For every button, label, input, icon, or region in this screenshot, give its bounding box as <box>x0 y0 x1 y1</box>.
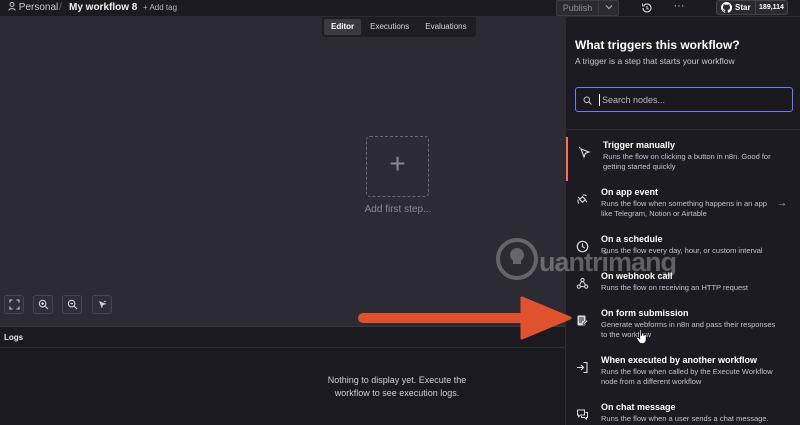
logs-empty-message: Nothing to display yet. Execute the work… <box>327 375 467 398</box>
watermark: uantrimang <box>495 233 725 293</box>
cursor-click-icon <box>578 146 591 159</box>
publish-dropdown-button[interactable] <box>599 0 619 16</box>
zoom-out-icon <box>67 299 78 310</box>
trigger-item-title: On app event <box>601 187 659 197</box>
trigger-item-desc: Runs the flow on clicking a button in n8… <box>603 152 771 171</box>
form-icon <box>577 315 589 326</box>
trigger-item-desc: Runs the flow when a user sends a chat m… <box>601 414 769 425</box>
workflow-name[interactable]: My workflow 8 <box>69 2 137 13</box>
trigger-item-desc: Runs the flow when something happens in … <box>601 199 767 218</box>
trigger-item-title: On form submission <box>601 308 689 318</box>
search-input[interactable] <box>602 91 787 108</box>
add-first-step-label: Add first step... <box>364 204 432 215</box>
trigger-panel: What triggers this workflow? A trigger i… <box>565 17 800 425</box>
logs-divider <box>0 347 565 348</box>
tab-evaluations[interactable]: Evaluations <box>418 19 473 35</box>
trigger-item-manual[interactable]: Trigger manually Runs the flow on clicki… <box>566 137 800 181</box>
view-tabs: Editor Executions Evaluations <box>322 17 476 37</box>
add-first-step-button[interactable]: + <box>366 136 429 197</box>
logs-panel: Logs Nothing to display yet. Execute the… <box>0 326 565 425</box>
github-star-button[interactable]: Star <box>716 0 756 15</box>
github-icon <box>721 2 732 13</box>
tab-executions[interactable]: Executions <box>363 19 416 35</box>
trigger-item-chat[interactable]: On chat message Runs the flow when a use… <box>566 399 800 425</box>
tab-editor[interactable]: Editor <box>324 19 362 35</box>
project-name: Personal <box>18 2 59 13</box>
chat-icon <box>577 409 588 421</box>
trigger-item-title: On chat message <box>601 402 676 412</box>
more-options-icon[interactable]: ··· <box>672 0 686 14</box>
breadcrumb-separator: / <box>59 2 62 13</box>
text-caret <box>599 94 600 106</box>
annotation-arrow-icon <box>358 296 572 340</box>
history-icon[interactable] <box>640 1 654 15</box>
tidy-up-icon <box>99 300 107 309</box>
satellite-icon <box>577 194 588 204</box>
star-count[interactable]: 189,114 <box>756 0 788 15</box>
add-tag-button[interactable]: + Add tag <box>143 3 177 12</box>
workflow-canvas[interactable]: Editor Executions Evaluations + Add firs… <box>0 17 565 326</box>
publish-button[interactable]: Publish <box>556 0 599 16</box>
watermark-logo <box>496 238 538 280</box>
trigger-item-title: When executed by another workflow <box>601 355 758 365</box>
trigger-item-title: Trigger manually <box>603 140 676 150</box>
star-label: Star <box>735 3 751 12</box>
fit-view-button[interactable] <box>4 295 24 314</box>
hand-cursor-icon <box>636 328 647 344</box>
fit-view-icon <box>9 299 20 310</box>
trigger-item-desc: Runs the flow when called by the Execute… <box>601 367 773 386</box>
breadcrumb-project[interactable]: Personal <box>8 2 58 13</box>
user-icon <box>8 2 16 11</box>
trigger-item-app-event[interactable]: On app event Runs the flow when somethin… <box>566 184 800 228</box>
arrow-right-icon: → <box>777 198 787 209</box>
zoom-out-button[interactable] <box>62 295 82 314</box>
panel-title: What triggers this workflow? <box>575 38 740 52</box>
logs-title[interactable]: Logs <box>4 333 23 342</box>
panel-divider <box>566 129 800 130</box>
panel-subtitle: A trigger is a step that starts your wor… <box>575 56 735 66</box>
search-box[interactable] <box>575 87 793 112</box>
zoom-in-button[interactable] <box>33 295 53 314</box>
sign-in-icon <box>577 361 588 374</box>
trigger-item-desc: Generate webforms in n8n and pass their … <box>601 320 776 339</box>
chevron-down-icon <box>605 5 612 10</box>
trigger-item-execute-workflow[interactable]: When executed by another workflow Runs t… <box>566 352 800 396</box>
tidy-up-button[interactable] <box>92 295 112 314</box>
top-bar: Personal / My workflow 8 + Add tag Publi… <box>0 0 800 17</box>
trigger-item-form[interactable]: On form submission Generate webforms in … <box>566 305 800 349</box>
plus-icon: + <box>389 148 406 179</box>
search-icon <box>583 96 592 105</box>
watermark-text: uantrimang <box>539 247 677 277</box>
zoom-in-icon <box>38 299 49 310</box>
